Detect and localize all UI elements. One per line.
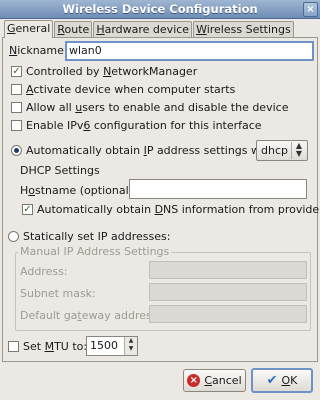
tab-general-mnemonic: G bbox=[7, 22, 16, 35]
cancel-label-text: ancel bbox=[212, 374, 242, 387]
activate-label[interactable]: Activate device when computer starts bbox=[26, 83, 235, 96]
cancel-label: Cancel bbox=[204, 374, 241, 387]
spin-arrows-icon[interactable]: ▲ ▼ bbox=[124, 337, 137, 355]
controlled-checkbox[interactable]: ✓ bbox=[11, 66, 22, 77]
tab-hardware-mnemonic: H bbox=[96, 23, 105, 36]
ok-check-icon: ✔ bbox=[266, 373, 278, 388]
ip-method-value: dhcp bbox=[261, 144, 288, 157]
ipv6-label-pre: Enable IPv bbox=[26, 119, 84, 132]
ok-label-text: K bbox=[290, 374, 298, 387]
ok-button[interactable]: ✔ OK bbox=[251, 368, 313, 393]
nickname-label-text: ickname: bbox=[17, 44, 68, 57]
dialog-window: Wireless Device Configuration × General … bbox=[0, 0, 320, 400]
auto-ip-label-pre: Automatically obtain bbox=[26, 144, 144, 157]
activate-label-post: ctivate device when computer starts bbox=[33, 83, 236, 96]
address-label: Address: bbox=[20, 265, 68, 278]
cancel-mnemonic: C bbox=[204, 374, 213, 387]
allow-users-label[interactable]: Allow all users to enable and disable th… bbox=[26, 101, 288, 114]
address-input bbox=[149, 261, 307, 279]
mtu-checkbox[interactable] bbox=[8, 341, 19, 352]
manual-ip-legend: Manual IP Address Settings bbox=[18, 245, 172, 258]
tab-hardware-device[interactable]: Hardware device bbox=[93, 21, 193, 38]
tab-hardware-label: ardware device bbox=[104, 23, 190, 36]
dhcp-settings-heading: DHCP Settings bbox=[20, 164, 100, 177]
tab-route-mnemonic: R bbox=[57, 23, 65, 36]
controlled-label-pre: Controlled by bbox=[26, 65, 104, 78]
mtu-label[interactable]: Set MTU to: bbox=[23, 340, 87, 353]
gateway-input bbox=[149, 305, 307, 323]
allow-users-label-pre: Allow all bbox=[26, 101, 76, 114]
ipv6-label[interactable]: Enable IPv6 configuration for this inter… bbox=[26, 119, 262, 132]
subnet-mask-input bbox=[149, 283, 307, 301]
subnet-mask-label: Subnet mask: bbox=[20, 287, 96, 300]
title-bar[interactable]: Wireless Device Configuration × bbox=[0, 0, 320, 19]
mtu-spinner[interactable]: 1500 ▲ ▼ bbox=[86, 336, 138, 356]
nickname-label: Nickname: bbox=[9, 44, 68, 57]
static-ip-radio[interactable] bbox=[8, 231, 19, 242]
chevron-updown-icon: ▲ ▼ bbox=[291, 142, 306, 159]
mtu-label-pre: Set bbox=[23, 340, 45, 353]
allow-users-label-post: sers to enable and disable the device bbox=[82, 101, 289, 114]
activate-checkbox[interactable] bbox=[11, 84, 22, 95]
ok-label: OK bbox=[282, 374, 298, 387]
tab-bar: General Route Hardware device Wireless S… bbox=[4, 20, 295, 38]
general-panel: Nickname: wlan0 ✓ Controlled by NetworkM… bbox=[2, 37, 320, 362]
dns-checkbox[interactable]: ✓ bbox=[22, 204, 33, 215]
static-ip-label[interactable]: Statically set IP addresses: bbox=[23, 230, 170, 243]
ipv6-checkbox[interactable] bbox=[11, 120, 22, 131]
dns-label-post: NS information from provider bbox=[163, 203, 320, 216]
hostname-mnemonic: o bbox=[28, 184, 36, 197]
auto-ip-radio[interactable] bbox=[11, 145, 22, 156]
ipv6-label-post: configuration for this interface bbox=[90, 119, 262, 132]
nickname-input[interactable]: wlan0 bbox=[65, 41, 314, 61]
tab-general[interactable]: General bbox=[4, 20, 54, 38]
hostname-label-post: stname (optional): bbox=[35, 184, 137, 197]
cancel-button[interactable]: × Cancel bbox=[183, 369, 246, 392]
allow-users-checkbox[interactable] bbox=[11, 102, 22, 113]
hostname-input[interactable] bbox=[129, 179, 307, 199]
controlled-label[interactable]: Controlled by NetworkManager bbox=[26, 65, 197, 78]
tab-wireless-settings[interactable]: Wireless Settings bbox=[193, 21, 294, 38]
close-icon[interactable]: × bbox=[303, 2, 318, 17]
dns-label-pre: Automatically obtain bbox=[37, 203, 155, 216]
mtu-label-post: TU to: bbox=[54, 340, 88, 353]
ip-method-select[interactable]: dhcp ▲ ▼ bbox=[256, 140, 308, 161]
tab-route-label: oute bbox=[64, 23, 90, 36]
mtu-mnemonic: M bbox=[44, 340, 55, 353]
cancel-icon: × bbox=[187, 374, 201, 387]
controlled-label-post: etworkManager bbox=[111, 65, 198, 78]
tab-general-label: eneral bbox=[15, 22, 51, 35]
auto-ip-label[interactable]: Automatically obtain IP address settings… bbox=[26, 144, 278, 157]
ok-mnemonic: O bbox=[281, 374, 291, 387]
mtu-value: 1500 bbox=[90, 339, 118, 352]
tab-wireless-mnemonic: W bbox=[196, 23, 207, 36]
dns-mnemonic: D bbox=[154, 203, 164, 216]
tab-route[interactable]: Route bbox=[54, 21, 93, 38]
gateway-label-pre: Default ga bbox=[20, 309, 78, 322]
window-title: Wireless Device Configuration bbox=[62, 2, 258, 16]
dns-label[interactable]: Automatically obtain DNS information fro… bbox=[37, 203, 320, 216]
hostname-label: Hostname (optional): bbox=[20, 184, 137, 197]
tab-wireless-label: ireless Settings bbox=[206, 23, 291, 36]
gateway-label: Default gateway address: bbox=[20, 309, 161, 322]
nickname-mnemonic: N bbox=[9, 44, 18, 57]
